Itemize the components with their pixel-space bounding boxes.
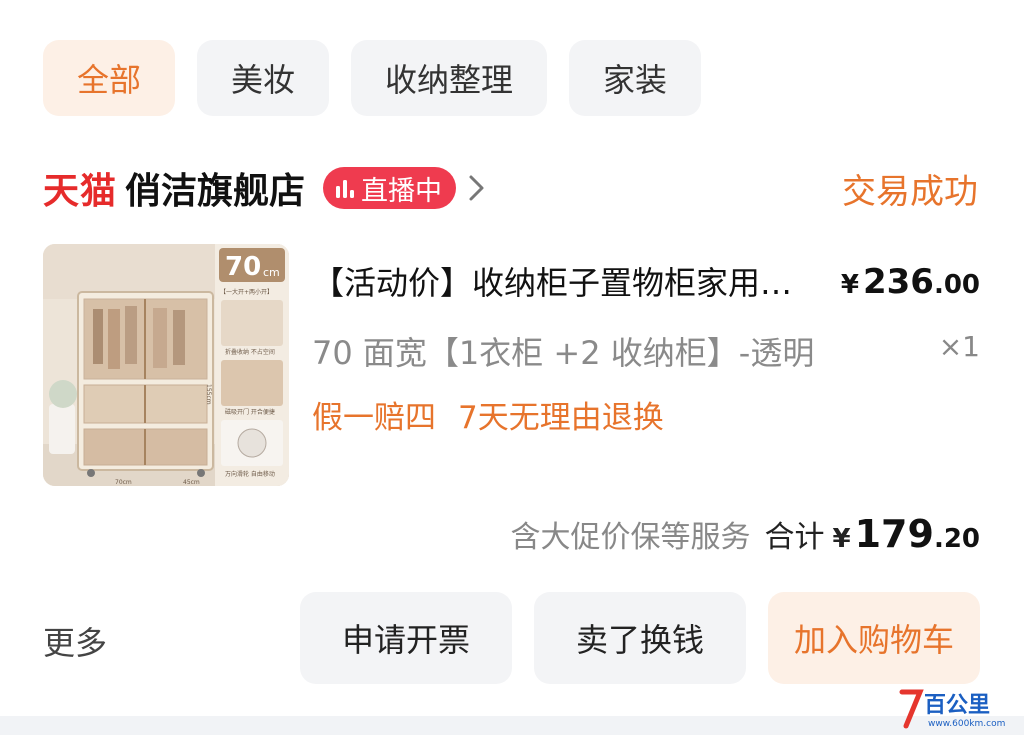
total-integer: 179 [854, 512, 934, 556]
image-dim-depth: 45cm [183, 479, 200, 486]
button-label: 加入购物车 [793, 621, 954, 659]
price-decimal: .00 [933, 270, 980, 300]
svg-text:www.600km.com: www.600km.com [928, 719, 1005, 729]
add-to-cart-button[interactable]: 加入购物车 [768, 592, 980, 684]
tab-beauty[interactable]: 美妆 [197, 40, 330, 116]
size-badge-unit: cm [263, 266, 280, 279]
image-caption-1: 折叠收纳 不占空间 [225, 348, 275, 356]
live-badge-label: 直播中 [361, 175, 443, 207]
tab-all[interactable]: 全部 [43, 40, 176, 116]
product-title[interactable]: 【活动价】收纳柜子置物柜家用… [312, 258, 832, 304]
image-caption-3: 万向滑轮 自由移动 [225, 470, 275, 478]
total-label: 合计 [764, 520, 825, 555]
image-caption-2: 磁吸开门 开合便捷 [225, 408, 275, 416]
tab-storage[interactable]: 收纳整理 [351, 40, 548, 116]
product-spec: 70 面宽【1衣柜 +2 收纳柜】-透明 [312, 334, 815, 372]
tmall-logo: 天猫 [43, 171, 118, 212]
tab-label: 家装 [603, 61, 668, 99]
product-price: ¥236.00 [841, 262, 980, 302]
tab-label: 美妆 [231, 61, 296, 99]
order-actions: 申请开票 卖了换钱 加入购物车 [300, 592, 980, 684]
category-tabs: 全部 美妆 收纳整理 家装 [43, 40, 702, 116]
total-note: 含大促价保等服务 [510, 520, 751, 555]
tab-label: 全部 [77, 61, 142, 99]
total-symbol: ¥ [832, 524, 851, 554]
service-tag: 7天无理由退换 [458, 400, 664, 436]
product-image[interactable]: 70 cm 【一大开+两小开】 折叠收纳 不占空间 磁吸开门 开合便捷 万向滑轮… [43, 244, 289, 486]
image-dim-width: 70cm [115, 479, 132, 486]
service-tag: 假一赔四 [312, 400, 436, 436]
price-symbol: ¥ [840, 270, 859, 300]
watermark-logo: 百公里 www.600km.com [898, 682, 1018, 732]
chevron-right-icon[interactable] [468, 173, 486, 203]
product-quantity: ×1 [938, 330, 980, 363]
live-badge[interactable]: 直播中 [323, 167, 457, 209]
image-dim-height: 155cm [205, 384, 212, 405]
button-label: 申请开票 [341, 621, 470, 659]
more-button[interactable]: 更多 [43, 618, 107, 664]
svg-text:百公里: 百公里 [924, 693, 990, 718]
bottom-divider [0, 716, 1024, 735]
order-total: 含大促价保等服务 合计 ¥179.20 [511, 512, 980, 556]
service-tags: 假一赔四 7天无理由退换 [312, 392, 664, 437]
store-header: 天猫 俏洁旗舰店 直播中 交易成功 [43, 160, 978, 216]
live-bars-icon [336, 180, 355, 198]
tab-home-decor[interactable]: 家装 [569, 40, 702, 116]
resell-button[interactable]: 卖了换钱 [534, 592, 746, 684]
total-decimal: .20 [933, 524, 980, 554]
button-label: 卖了换钱 [575, 621, 704, 659]
order-status: 交易成功 [842, 171, 978, 212]
store-name[interactable]: 俏洁旗舰店 [125, 162, 305, 214]
image-top-note: 【一大开+两小开】 [220, 288, 273, 296]
request-invoice-button[interactable]: 申请开票 [300, 592, 512, 684]
price-integer: 236 [862, 262, 934, 302]
tab-label: 收纳整理 [385, 61, 514, 99]
size-badge-number: 70 [225, 252, 261, 282]
